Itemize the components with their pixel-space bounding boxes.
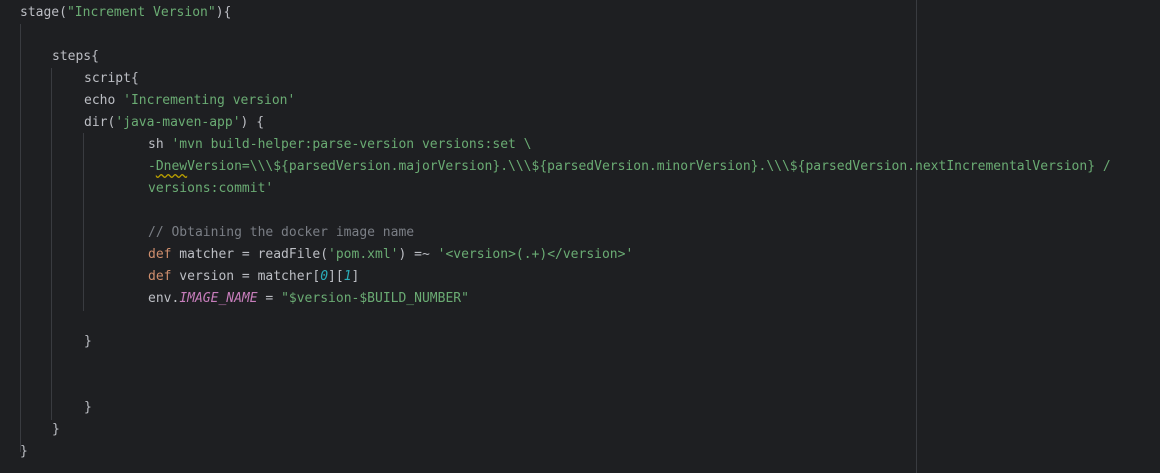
indent-guide — [51, 68, 52, 420]
code-line-close-steps[interactable]: } — [52, 421, 60, 439]
indent-guide — [83, 133, 84, 311]
code-line-script[interactable]: script{ — [84, 70, 139, 88]
spelling-warning: Dnew — [155, 159, 188, 174]
code-line-env[interactable]: env.IMAGE_NAME = "$version-$BUILD_NUMBER… — [148, 290, 469, 308]
code-line-1[interactable]: stage("Increment Version"){ — [20, 4, 231, 22]
code-line-commit[interactable]: versions:commit' — [148, 180, 273, 198]
code-line-close-script[interactable]: } — [84, 399, 92, 417]
code-line-close-stage[interactable]: } — [20, 443, 28, 461]
indent-guide — [20, 24, 21, 452]
code-line-newversion[interactable]: -DnewVersion=\\\${parsedVersion.majorVer… — [148, 158, 1111, 176]
code-line-sh[interactable]: sh 'mvn build-helper:parse-version versi… — [148, 136, 532, 154]
code-line-comment[interactable]: // Obtaining the docker image name — [148, 224, 414, 242]
code-line-close-dir[interactable]: } — [84, 333, 92, 351]
code-line-matcher[interactable]: def matcher = readFile('pom.xml') =~ '<v… — [148, 246, 633, 264]
code-line-dir[interactable]: dir('java-maven-app') { — [84, 114, 264, 132]
right-margin-guide — [916, 0, 917, 473]
code-editor[interactable]: stage("Increment Version"){ steps{ scrip… — [0, 0, 1160, 473]
code-line-version[interactable]: def version = matcher[0][1] — [148, 268, 359, 286]
code-line-echo[interactable]: echo 'Incrementing version' — [84, 92, 295, 110]
code-line-steps[interactable]: steps{ — [52, 48, 99, 66]
